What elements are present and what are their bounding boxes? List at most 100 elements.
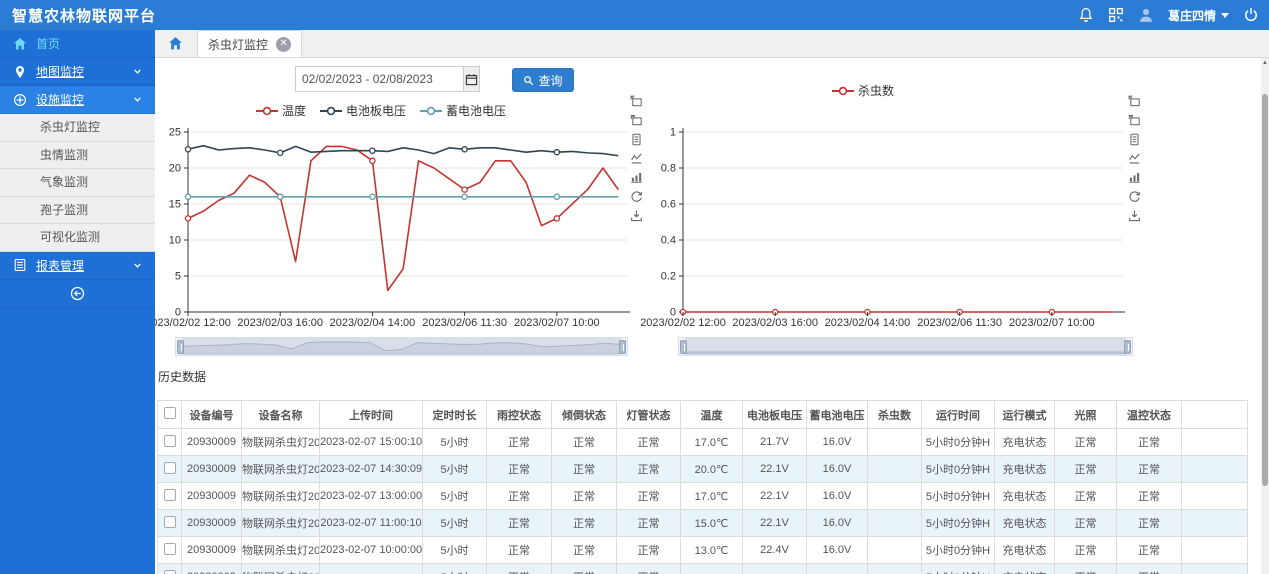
sidebar-subitem-1[interactable]: 虫情监测 [0, 142, 155, 169]
table-header-cell-5: 倾倒状态 [551, 400, 617, 429]
scrollbar-thumb[interactable] [1262, 94, 1268, 486]
sidebar-item-3[interactable]: 报表管理 [0, 252, 155, 280]
row-checkbox[interactable] [163, 542, 176, 555]
history-table: 设备编号 设备名称 上传时间 定时时长 雨控状态 倾倒状态 灯管状态 温度 电池板电压 蓄电池电压… [157, 400, 1248, 574]
sidebar-item-2[interactable]: 设施监控 [0, 86, 155, 114]
svg-text:2023/02/03 16:00: 2023/02/03 16:00 [237, 317, 323, 329]
data-zoom-icon[interactable] [1128, 95, 1141, 108]
table-cell [867, 536, 922, 564]
restore-icon[interactable] [630, 190, 643, 203]
app-title: 智慧农林物联网平台 [12, 7, 157, 25]
table-cell: 17.0℃ [680, 482, 743, 510]
search-button[interactable]: 查询 [512, 68, 574, 92]
table-cell: 正常 [551, 428, 617, 456]
table-cell: 充电状态 [994, 563, 1055, 574]
sidebar-nav: 首页地图监控设施监控杀虫灯监控 虫情监测 气象监测 孢子监测 可视化监测 报表管理 [0, 30, 155, 574]
date-range-input[interactable] [296, 67, 463, 91]
tab-close-icon[interactable]: ✕ [276, 36, 292, 52]
search-icon [524, 75, 534, 85]
row-checkbox[interactable] [163, 434, 176, 447]
table-cell: 22.1V [742, 509, 807, 537]
qr-code-icon[interactable] [1108, 7, 1124, 23]
table-cell [806, 563, 868, 574]
select-all-checkbox[interactable] [163, 407, 176, 419]
chart-plot-area[interactable]: 05101520252023/02/02 12:00 2023/02/03 16:… [155, 124, 633, 338]
data-view-icon[interactable] [1128, 133, 1141, 146]
legend-label: 温度 [282, 104, 307, 118]
datazoom-handle-right[interactable] [1124, 339, 1131, 354]
legend-item-2[interactable]: 蓄电池电压 [420, 102, 506, 119]
main-content: 查询 温度电池板电压蓄电池电压05101520252023/02/02 12:0… [155, 58, 1261, 574]
datazoom-handle-right[interactable] [619, 339, 626, 354]
page-scrollbar[interactable]: ▲ [1261, 58, 1269, 574]
scroll-up-arrow[interactable]: ▲ [1261, 60, 1269, 66]
table-cell: 5小时0分钟H [921, 455, 995, 483]
legend-item-0[interactable]: 温度 [256, 102, 306, 119]
table-cell: 正常 [616, 536, 681, 564]
line-chart-icon[interactable] [630, 152, 643, 165]
history-section-title: 历史数据 [158, 370, 207, 384]
sidebar-subitem-2[interactable]: 气象监测 [0, 169, 155, 197]
sidebar-item-1[interactable]: 地图监控 [0, 58, 155, 86]
user-menu[interactable]: 葛庄四情 [1168, 7, 1229, 24]
datazoom-handle-left[interactable] [177, 339, 184, 354]
sidebar-item-label: 设施监控 [36, 93, 85, 107]
svg-text:2023/02/03 16:00: 2023/02/03 16:00 [732, 317, 818, 329]
table-header-cell-9: 蓄电池电压 [806, 400, 868, 429]
avatar-icon[interactable] [1138, 7, 1154, 23]
table-cell: 20930009 [181, 482, 242, 510]
table-cell: 2023-02-07 15:00:10 [319, 428, 423, 456]
table-header-cell-4: 雨控状态 [486, 400, 552, 429]
datazoom-slider[interactable] [175, 337, 628, 356]
sidebar-subitem-4[interactable]: 可视化监测 [0, 224, 155, 252]
save-image-icon[interactable] [1128, 209, 1141, 222]
calendar-icon [465, 73, 478, 85]
table-cell-filler [1181, 563, 1248, 574]
legend-item-1[interactable]: 电池板电压 [320, 102, 406, 119]
datazoom-handle-left[interactable] [680, 339, 687, 354]
row-checkbox[interactable] [163, 515, 176, 528]
sidebar-item-0[interactable]: 首页 [0, 30, 155, 58]
map-pin-icon [13, 65, 27, 79]
tab-insecticidal-lamp[interactable]: 杀虫灯监控 ✕ [197, 30, 303, 57]
sidebar-collapse-button[interactable] [0, 280, 155, 308]
restore-icon[interactable] [1128, 190, 1141, 203]
chevron-down-icon [132, 94, 143, 105]
power-icon[interactable] [1243, 7, 1259, 23]
row-checkbox[interactable] [163, 569, 176, 574]
table-cell: 正常 [1054, 428, 1117, 456]
svg-text:2023/02/07 10:00: 2023/02/07 10:00 [1009, 317, 1095, 329]
line-chart-icon[interactable] [1128, 152, 1141, 165]
user-name: 葛庄四情 [1167, 8, 1216, 23]
sidebar-submenu: 杀虫灯监控 虫情监测 气象监测 孢子监测 可视化监测 [0, 114, 155, 252]
table-cell: 5小时0分钟H [921, 563, 995, 574]
table-cell: 20.0℃ [680, 455, 743, 483]
svg-text:0.8: 0.8 [661, 163, 676, 175]
sidebar-subitem-0[interactable]: 杀虫灯监控 [0, 114, 155, 142]
chart-plot-area[interactable]: 00.20.40.60.812023/02/02 12:00 2023/02/03… [640, 124, 1128, 338]
calendar-button[interactable] [463, 67, 479, 91]
sidebar-item-label: 首页 [36, 37, 61, 51]
table-cell [742, 563, 807, 574]
bell-icon[interactable] [1078, 7, 1094, 23]
sidebar-subitem-3[interactable]: 孢子监测 [0, 197, 155, 224]
bar-chart-icon[interactable] [1128, 171, 1141, 184]
chart-toolbox [630, 95, 643, 222]
data-zoom-icon[interactable] [630, 95, 643, 108]
table-cell: 21.7V [742, 428, 807, 456]
table-cell [319, 563, 423, 574]
row-checkbox[interactable] [163, 488, 176, 501]
zoom-reset-icon[interactable] [630, 114, 643, 127]
datazoom-slider[interactable] [678, 337, 1133, 356]
table-cell: 20930009 [181, 509, 242, 537]
bar-chart-icon[interactable] [630, 171, 643, 184]
zoom-reset-icon[interactable] [1128, 114, 1141, 127]
data-view-icon[interactable] [630, 133, 643, 146]
home-tab-button[interactable] [155, 30, 195, 57]
table-header-cell-1: 设备名称 [241, 400, 320, 429]
row-checkbox[interactable] [163, 461, 176, 474]
table-cell: 正常 [486, 455, 552, 483]
legend-item-0[interactable]: 杀虫数 [832, 82, 894, 99]
table-cell: 物联网杀虫灯2093 [241, 482, 320, 510]
save-image-icon[interactable] [630, 209, 643, 222]
